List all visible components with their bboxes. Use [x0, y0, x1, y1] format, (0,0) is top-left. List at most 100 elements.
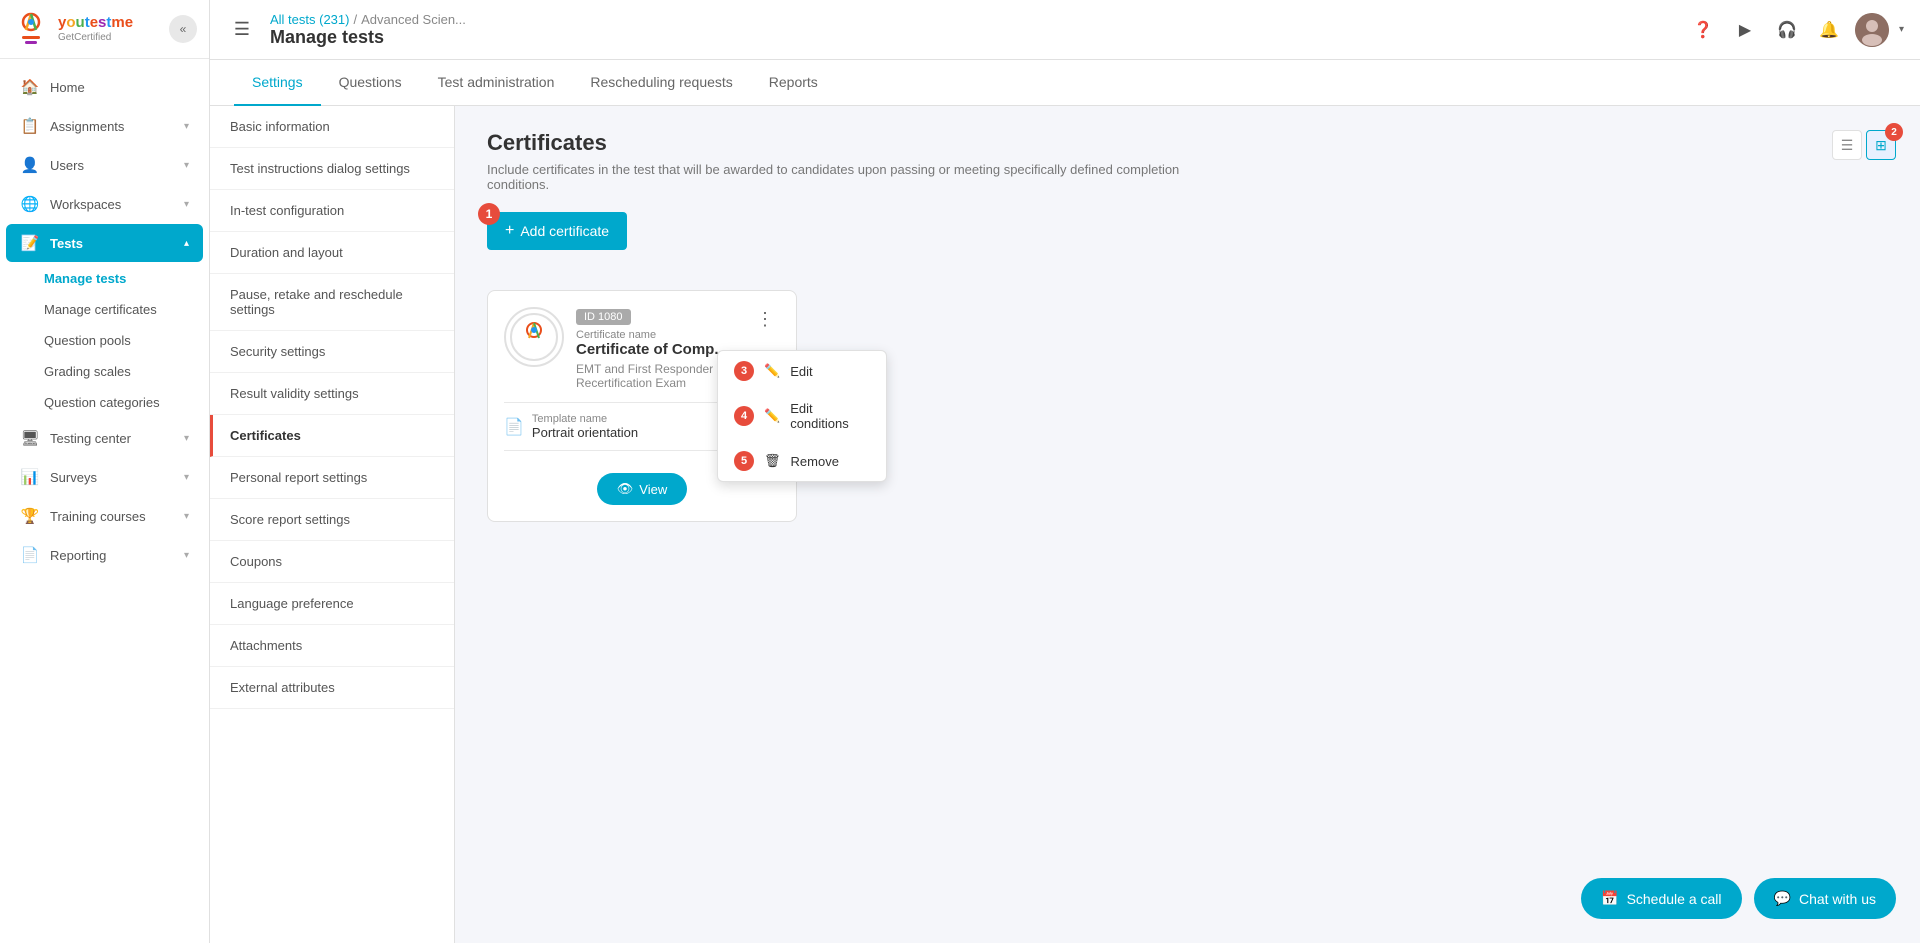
logo-sub: GetCertified — [58, 32, 133, 43]
chat-icon: 💬 — [1774, 890, 1791, 907]
bottom-actions: 📅 Schedule a call 💬 Chat with us — [1581, 878, 1896, 919]
context-menu: 3 ✏️ Edit 4 ✏️ Edit conditions 5 🗑 — [717, 350, 887, 482]
list-view-button[interactable]: ☰ — [1832, 130, 1862, 160]
settings-nav-coupons[interactable]: Coupons — [210, 541, 454, 583]
settings-nav-duration-layout[interactable]: Duration and layout — [210, 232, 454, 274]
avatar[interactable] — [1855, 13, 1889, 47]
settings-nav-result-validity[interactable]: Result validity settings — [210, 373, 454, 415]
settings-nav-certificates[interactable]: Certificates — [210, 415, 454, 457]
sidebar-nav: 🏠 Home 📋 Assignments ▾ 👤 Users ▾ 🌐 Works… — [0, 59, 209, 943]
sidebar-item-surveys[interactable]: 📊 Surveys ▾ — [6, 458, 203, 496]
reporting-icon: 📄 — [20, 546, 40, 564]
surveys-arrow: ▾ — [184, 472, 189, 483]
sidebar-sub-grading-scales[interactable]: Grading scales — [0, 356, 209, 387]
sidebar-item-home[interactable]: 🏠 Home — [6, 68, 203, 106]
context-menu-remove[interactable]: 5 🗑 Remove — [718, 441, 886, 481]
logo-text: youtestme GetCertified — [58, 15, 133, 43]
add-cert-badge: 1 — [478, 203, 500, 225]
sidebar-item-assignments[interactable]: 📋 Assignments ▾ — [6, 107, 203, 145]
sidebar-item-tests[interactable]: 📝 Tests ▴ — [6, 224, 203, 262]
chat-with-us-label: Chat with us — [1799, 891, 1876, 907]
sidebar-sub-manage-certificates[interactable]: Manage certificates — [0, 294, 209, 325]
sidebar-item-users[interactable]: 👤 Users ▾ — [6, 146, 203, 184]
sidebar-sub-question-categories[interactable]: Question categories — [0, 387, 209, 418]
sidebar-item-reporting[interactable]: 📄 Reporting ▾ — [6, 536, 203, 574]
settings-nav-score-report[interactable]: Score report settings — [210, 499, 454, 541]
cert-logo — [504, 307, 564, 367]
cert-cards-container: ID 1080 Certificate name Certificate of … — [487, 290, 1888, 522]
sidebar-logo: youtestme GetCertified « — [0, 0, 209, 59]
topbar-user-arrow[interactable]: ▾ — [1899, 24, 1904, 35]
settings-nav-external-attrs[interactable]: External attributes — [210, 667, 454, 709]
remove-label: Remove — [791, 454, 839, 469]
cert-view-label: View — [639, 482, 667, 497]
content-area: Basic information Test instructions dial… — [210, 106, 1920, 943]
remove-badge: 5 — [734, 451, 754, 471]
settings-nav-language-pref[interactable]: Language preference — [210, 583, 454, 625]
edit-badge: 3 — [734, 361, 754, 381]
breadcrumb-separator: / — [353, 12, 357, 27]
cert-template-label: Template name — [532, 413, 638, 425]
reporting-arrow: ▾ — [184, 550, 189, 561]
cert-id-badge: ID 1080 — [576, 309, 631, 325]
edit-conditions-badge: 4 — [734, 406, 754, 426]
training-courses-arrow: ▾ — [184, 511, 189, 522]
settings-nav-security[interactable]: Security settings — [210, 331, 454, 373]
tab-settings[interactable]: Settings — [234, 60, 321, 106]
settings-nav-in-test-config[interactable]: In-test configuration — [210, 190, 454, 232]
view-toggle-badge: 2 — [1885, 123, 1903, 141]
certificates-title: Certificates — [487, 130, 1888, 156]
chat-with-us-button[interactable]: 💬 Chat with us — [1754, 878, 1896, 919]
settings-nav-pause-retake[interactable]: Pause, retake and reschedule settings — [210, 274, 454, 331]
add-certificate-label: Add certificate — [520, 223, 609, 239]
cert-context-menu-button[interactable]: ⋮ — [750, 307, 780, 332]
tabs-bar: Settings Questions Test administration R… — [210, 60, 1920, 106]
context-menu-edit-conditions[interactable]: 4 ✏️ Edit conditions — [718, 391, 886, 441]
breadcrumb-all-tests[interactable]: All tests (231) — [270, 12, 349, 27]
main-content: Certificates Include certificates in the… — [455, 106, 1920, 943]
settings-nav-basic-info[interactable]: Basic information — [210, 106, 454, 148]
context-menu-edit[interactable]: 3 ✏️ Edit — [718, 351, 886, 391]
cert-name: Certificate of Comp... — [576, 341, 738, 358]
tab-reports[interactable]: Reports — [751, 60, 836, 106]
tab-rescheduling-requests[interactable]: Rescheduling requests — [572, 60, 750, 106]
sidebar-sub-manage-tests[interactable]: Manage tests — [0, 263, 209, 294]
settings-nav-test-instructions[interactable]: Test instructions dialog settings — [210, 148, 454, 190]
assignments-icon: 📋 — [20, 117, 40, 135]
help-button[interactable]: ❓ — [1687, 14, 1719, 46]
tab-questions[interactable]: Questions — [321, 60, 420, 106]
headset-button[interactable]: 🎧 — [1771, 14, 1803, 46]
template-icon: 📄 — [504, 417, 524, 437]
play-button[interactable]: ▶ — [1729, 14, 1761, 46]
edit-conditions-label: Edit conditions — [790, 401, 870, 431]
edit-icon: ✏️ — [764, 363, 780, 379]
workspaces-arrow: ▾ — [184, 199, 189, 210]
workspaces-icon: 🌐 — [20, 195, 40, 213]
cert-info: ID 1080 Certificate name Certificate of … — [576, 307, 738, 390]
hamburger-button[interactable]: ☰ — [226, 14, 258, 46]
breadcrumb-current: Advanced Scien... — [361, 12, 466, 27]
sidebar-collapse-button[interactable]: « — [169, 15, 197, 43]
surveys-icon: 📊 — [20, 468, 40, 486]
settings-nav-attachments[interactable]: Attachments — [210, 625, 454, 667]
settings-nav-personal-report[interactable]: Personal report settings — [210, 457, 454, 499]
tab-test-administration[interactable]: Test administration — [420, 60, 573, 106]
schedule-call-button[interactable]: 📅 Schedule a call — [1581, 878, 1741, 919]
users-icon: 👤 — [20, 156, 40, 174]
sidebar-sub-question-pools[interactable]: Question pools — [0, 325, 209, 356]
page-title: Manage tests — [270, 27, 466, 48]
bell-button[interactable]: 🔔 — [1813, 14, 1845, 46]
home-icon: 🏠 — [20, 78, 40, 96]
sidebar-item-testing-center[interactable]: 🖥 Testing center ▾ — [6, 419, 203, 457]
view-toggles: ☰ ⊞ 2 — [1832, 130, 1896, 160]
cert-view-button[interactable]: 👁 View — [597, 473, 687, 505]
sidebar-item-training-courses[interactable]: 🏆 Training courses ▾ — [6, 497, 203, 535]
breadcrumb-wrap: All tests (231) / Advanced Scien... Mana… — [270, 12, 466, 48]
schedule-icon: 📅 — [1601, 890, 1618, 907]
settings-sidebar: Basic information Test instructions dial… — [210, 106, 455, 943]
sidebar-item-workspaces[interactable]: 🌐 Workspaces ▾ — [6, 185, 203, 223]
view-icon: 👁 — [617, 481, 634, 497]
cert-test-name: EMT and First Responder Recertification … — [576, 362, 738, 390]
add-certificate-button[interactable]: 1 + Add certificate — [487, 212, 627, 250]
topbar-actions: ❓ ▶ 🎧 🔔 ▾ — [1687, 13, 1904, 47]
